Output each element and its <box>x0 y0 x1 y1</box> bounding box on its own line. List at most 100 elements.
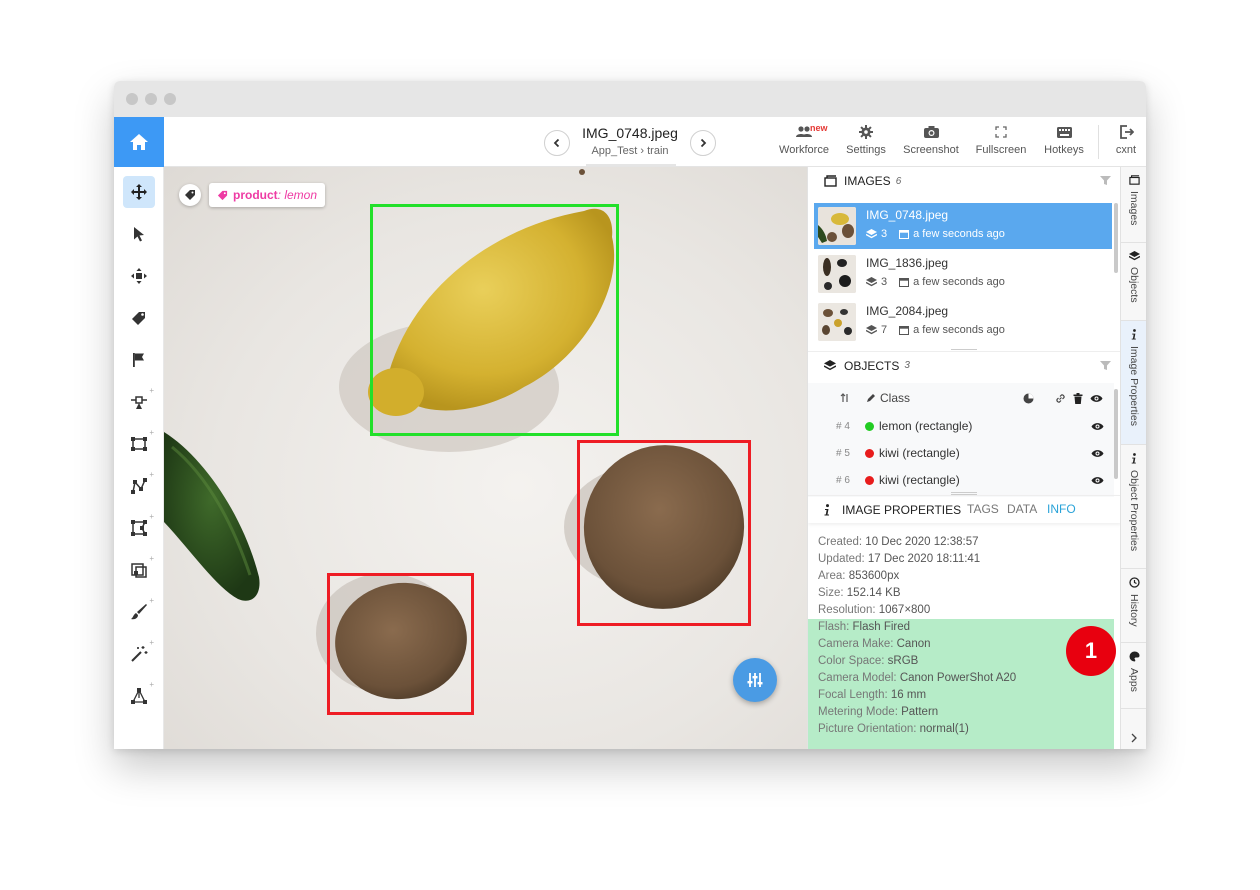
objects-scrollbar[interactable] <box>1114 389 1118 479</box>
filter-icon[interactable] <box>1100 175 1111 186</box>
objects-panel-header[interactable]: OBJECTS 3 <box>808 351 1120 379</box>
fullscreen-button[interactable]: Fullscreen <box>972 123 1030 163</box>
eye-icon[interactable] <box>1091 449 1104 458</box>
object-list-item[interactable]: # 5 kiwi (rectangle) <box>808 440 1113 466</box>
breadcrumb-project[interactable]: App_Test <box>591 145 637 157</box>
polygon-tool-button[interactable]: + <box>123 512 155 544</box>
lemon-bounding-box[interactable] <box>370 204 619 436</box>
pencil-icon <box>867 394 875 402</box>
side-tab-label: Objects <box>1128 267 1140 303</box>
image-updated-time: a few seconds ago <box>913 324 1005 336</box>
adjustments-button[interactable] <box>733 658 777 702</box>
image-name: IMG_1836.jpeg <box>866 256 949 270</box>
eye-icon[interactable] <box>1091 422 1104 431</box>
info-icon <box>1131 453 1136 464</box>
screenshot-label: Screenshot <box>903 144 959 156</box>
brush-tool-button[interactable]: + <box>123 596 155 628</box>
logout-button[interactable]: cxnt <box>1110 123 1142 163</box>
side-tab-image-properties[interactable]: Image Properties <box>1121 321 1146 445</box>
object-number: # 5 <box>836 447 850 459</box>
settings-button[interactable]: Settings <box>842 123 890 163</box>
tab-tags[interactable]: TAGS <box>967 502 999 516</box>
window-minimize-dot[interactable] <box>145 93 157 105</box>
images-panel-header[interactable]: IMAGES 6 <box>808 167 1120 195</box>
eye-icon[interactable] <box>1090 394 1103 403</box>
info-resolution: Resolution: 1067×800 <box>818 604 931 616</box>
workforce-button[interactable]: Workforce <box>776 123 832 163</box>
image-list-item[interactable]: IMG_2084.jpeg 7 a few seconds ago <box>814 299 1112 345</box>
polyline-tool-button[interactable]: + <box>123 470 155 502</box>
window-maximize-dot[interactable] <box>164 93 176 105</box>
title-underline <box>586 164 676 166</box>
collapse-sidebar-button[interactable] <box>1121 727 1146 749</box>
select-tool-button[interactable] <box>123 218 155 250</box>
logout-icon <box>1119 125 1134 139</box>
images-icon <box>1128 175 1140 185</box>
plus-mark: + <box>149 638 154 647</box>
side-tab-apps[interactable]: Apps <box>1121 643 1146 709</box>
palette-icon <box>1129 651 1139 662</box>
link-icon[interactable] <box>1055 393 1066 404</box>
image-name: IMG_2084.jpeg <box>866 304 949 318</box>
image-tags-toggle[interactable] <box>179 184 201 206</box>
next-image-button[interactable] <box>690 130 716 156</box>
pie-chart-icon[interactable] <box>1023 393 1034 404</box>
fullscreen-label: Fullscreen <box>975 144 1027 156</box>
kiwi-bounding-box[interactable] <box>327 573 474 715</box>
drag-tool-button[interactable] <box>123 260 155 292</box>
hotkeys-button[interactable]: Hotkeys <box>1040 123 1088 163</box>
object-list-item[interactable]: # 4 lemon (rectangle) <box>808 413 1113 439</box>
move-tool-button[interactable] <box>123 176 155 208</box>
objects-list: Class # 4 lemon (rectangle) # 5 kiwi (re… <box>808 383 1114 497</box>
layers-icon <box>866 277 877 287</box>
window-close-dot[interactable] <box>126 93 138 105</box>
magic-wand-tool-button[interactable]: + <box>123 638 155 670</box>
images-scrollbar[interactable] <box>1114 203 1118 273</box>
toolbar-separator <box>1098 125 1099 159</box>
plus-mark: + <box>149 596 154 605</box>
class-column-header[interactable]: Class <box>880 391 910 405</box>
image-name: IMG_0748.jpeg <box>866 208 949 222</box>
brush-icon <box>131 604 147 620</box>
object-number: # 6 <box>836 474 850 486</box>
sort-icon[interactable] <box>840 393 850 403</box>
rectangle-tool-button[interactable]: + <box>123 428 155 460</box>
move-arrows-icon <box>131 184 147 200</box>
exif-camera-make: Camera Make: Canon <box>818 638 931 650</box>
side-tab-images[interactable]: Images <box>1121 167 1146 243</box>
kiwi-bounding-box[interactable] <box>577 440 751 626</box>
image-tag-chip[interactable]: product: lemon <box>209 183 326 207</box>
screenshot-button[interactable]: Screenshot <box>900 123 962 163</box>
image-thumbnail <box>818 255 856 293</box>
exif-color-space: Color Space: sRGB <box>818 655 919 667</box>
side-tab-history[interactable]: History <box>1121 569 1146 643</box>
image-list-item[interactable]: IMG_1836.jpeg 3 a few seconds ago <box>814 251 1112 297</box>
left-toolbar: + + + + + + + + <box>114 167 164 749</box>
hotkeys-label: Hotkeys <box>1044 144 1084 156</box>
user-label: cxnt <box>1115 144 1137 156</box>
tag-tool-button[interactable] <box>123 302 155 334</box>
annotation-canvas[interactable]: product: lemon <box>164 167 807 749</box>
filter-icon[interactable] <box>1100 360 1111 371</box>
object-list-item[interactable]: # 6 kiwi (rectangle) <box>808 467 1113 493</box>
trash-icon[interactable] <box>1073 392 1083 404</box>
image-list-item[interactable]: IMG_0748.jpeg 3 a few seconds ago <box>814 203 1112 249</box>
tab-data[interactable]: DATA <box>1007 502 1037 516</box>
tab-info[interactable]: INFO <box>1047 502 1076 516</box>
point-icon <box>131 396 147 409</box>
home-button[interactable] <box>114 117 164 167</box>
right-panel: IMAGES 6 IMG_0748.jpeg 3 a few seconds a… <box>807 167 1120 749</box>
side-tab-objects[interactable]: Objects <box>1121 243 1146 321</box>
skeleton-tool-button[interactable]: + <box>123 680 155 712</box>
eye-icon[interactable] <box>1091 476 1104 485</box>
side-tab-object-properties[interactable]: Object Properties <box>1121 445 1146 569</box>
tag-class-name: product <box>233 188 278 202</box>
point-tool-button[interactable]: + <box>123 386 155 418</box>
object-number: # 4 <box>836 420 850 432</box>
images-panel-title: IMAGES <box>844 174 891 188</box>
breadcrumb-dataset[interactable]: train <box>647 145 668 157</box>
graph-tool-button[interactable]: + <box>123 554 155 586</box>
flag-tool-button[interactable] <box>123 344 155 376</box>
pan-icon <box>131 268 147 284</box>
plus-mark: + <box>149 386 154 395</box>
